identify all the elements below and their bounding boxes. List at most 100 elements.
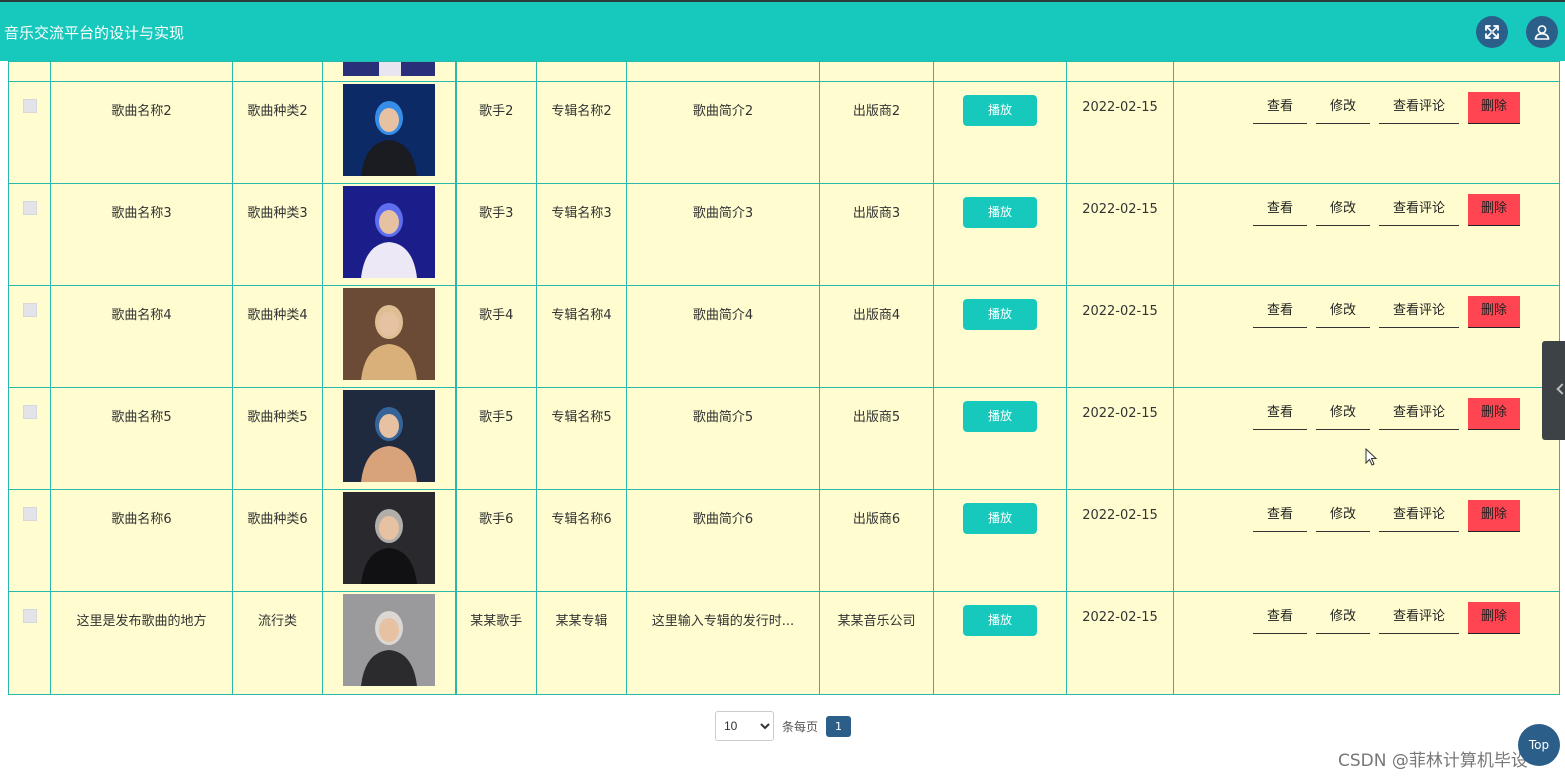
publisher: 出版商3	[819, 183, 934, 286]
song-category: 歌曲种类5	[232, 387, 323, 490]
view-button[interactable]: 查看	[1252, 602, 1307, 634]
edit-button[interactable]: 修改	[1315, 398, 1370, 430]
back-to-top-button[interactable]: Top	[1518, 724, 1560, 766]
row-checkbox[interactable]	[22, 201, 37, 215]
release-date: 2022-02-15	[1066, 285, 1174, 388]
edit-button[interactable]: 修改	[1315, 296, 1370, 328]
view-button[interactable]: 查看	[1252, 296, 1307, 328]
song-cover-image	[342, 288, 435, 380]
release-date: 2022-02-15	[1066, 387, 1174, 490]
delete-button[interactable]: 删除	[1468, 500, 1521, 532]
table-row-partial	[8, 61, 1560, 82]
view-button[interactable]: 查看	[1252, 500, 1307, 532]
row-actions: 查看 修改 查看评论 删除	[1214, 194, 1559, 226]
play-button[interactable]: 播放	[963, 401, 1037, 432]
pagination: 10 条每页 1	[715, 711, 852, 741]
table-row: 歌曲名称6 歌曲种类6 歌手6 专辑名称6 歌曲简介6 出版商6 播放 2022…	[8, 489, 1560, 592]
publisher: 出版商6	[819, 489, 934, 592]
top-bar: 音乐交流平台的设计与实现	[0, 0, 1565, 61]
singer: 歌手5	[455, 387, 537, 490]
delete-button[interactable]: 删除	[1468, 194, 1521, 226]
album-name: 专辑名称5	[536, 387, 627, 490]
album-name: 专辑名称4	[536, 285, 627, 388]
song-name: 歌曲名称5	[50, 387, 233, 490]
song-intro: 这里输入专辑的发行时...	[626, 591, 820, 695]
song-name: 歌曲名称4	[50, 285, 233, 388]
fullscreen-button[interactable]	[1476, 16, 1508, 48]
row-actions: 查看 修改 查看评论 删除	[1214, 398, 1559, 430]
song-category: 流行类	[232, 591, 323, 695]
song-intro: 歌曲简介3	[626, 183, 820, 286]
view-comments-button[interactable]: 查看评论	[1379, 398, 1460, 430]
edit-button[interactable]: 修改	[1315, 92, 1370, 124]
delete-button[interactable]: 删除	[1468, 602, 1521, 634]
row-actions: 查看 修改 查看评论 删除	[1214, 92, 1559, 124]
table-row: 歌曲名称4 歌曲种类4 歌手4 专辑名称4 歌曲简介4 出版商4 播放 2022…	[8, 285, 1560, 388]
view-button[interactable]: 查看	[1252, 398, 1307, 430]
delete-button[interactable]: 删除	[1468, 398, 1521, 430]
row-checkbox[interactable]	[22, 507, 37, 521]
delete-button[interactable]: 删除	[1468, 92, 1521, 124]
view-comments-button[interactable]: 查看评论	[1379, 500, 1460, 532]
singer: 某某歌手	[455, 591, 537, 695]
play-button[interactable]: 播放	[963, 95, 1037, 126]
user-icon	[1534, 25, 1550, 40]
table-row: 歌曲名称5 歌曲种类5 歌手5 专辑名称5 歌曲简介5 出版商5 播放 2022…	[8, 387, 1560, 490]
view-comments-button[interactable]: 查看评论	[1379, 296, 1460, 328]
publisher: 某某音乐公司	[819, 591, 934, 695]
side-panel-toggle[interactable]	[1542, 341, 1565, 440]
song-name: 歌曲名称2	[50, 81, 233, 184]
view-button[interactable]: 查看	[1252, 92, 1307, 124]
song-category: 歌曲种类2	[232, 81, 323, 184]
row-checkbox[interactable]	[22, 303, 37, 317]
song-intro: 歌曲简介5	[626, 387, 820, 490]
chevron-left-icon	[1556, 383, 1565, 395]
song-name: 这里是发布歌曲的地方	[50, 591, 233, 695]
view-comments-button[interactable]: 查看评论	[1379, 602, 1460, 634]
publisher: 出版商2	[819, 81, 934, 184]
song-intro: 歌曲简介2	[626, 81, 820, 184]
song-cover-image	[342, 186, 435, 278]
song-cover-image	[342, 84, 435, 176]
play-button[interactable]: 播放	[963, 197, 1037, 228]
play-button[interactable]: 播放	[963, 503, 1037, 534]
delete-button[interactable]: 删除	[1468, 296, 1521, 328]
table-row: 歌曲名称2 歌曲种类2 歌手2 专辑名称2 歌曲简介2 出版商2 播放 2022…	[8, 81, 1560, 184]
album-name: 专辑名称2	[536, 81, 627, 184]
view-comments-button[interactable]: 查看评论	[1379, 194, 1460, 226]
singer: 歌手4	[455, 285, 537, 388]
song-category: 歌曲种类4	[232, 285, 323, 388]
row-checkbox[interactable]	[22, 609, 37, 623]
play-button[interactable]: 播放	[963, 299, 1037, 330]
song-cover-image	[342, 492, 435, 584]
edit-button[interactable]: 修改	[1315, 500, 1370, 532]
page-number-button[interactable]: 1	[826, 715, 852, 737]
song-cover-image	[342, 390, 435, 482]
play-button[interactable]: 播放	[963, 605, 1037, 636]
release-date: 2022-02-15	[1066, 81, 1174, 184]
songs-table: 歌曲名称2 歌曲种类2 歌手2 专辑名称2 歌曲简介2 出版商2 播放 2022…	[8, 61, 1560, 695]
row-checkbox[interactable]	[22, 405, 37, 419]
row-checkbox[interactable]	[22, 99, 37, 113]
edit-button[interactable]: 修改	[1315, 602, 1370, 634]
app-title: 音乐交流平台的设计与实现	[4, 24, 185, 42]
view-comments-button[interactable]: 查看评论	[1379, 92, 1460, 124]
singer: 歌手6	[455, 489, 537, 592]
view-button[interactable]: 查看	[1252, 194, 1307, 226]
user-button[interactable]	[1526, 16, 1558, 48]
watermark: CSDN @菲林计算机毕设	[1338, 751, 1528, 771]
page-size-select[interactable]: 10	[715, 711, 774, 741]
song-name: 歌曲名称3	[50, 183, 233, 286]
table-row: 这里是发布歌曲的地方 流行类 某某歌手 某某专辑 这里输入专辑的发行时... 某…	[8, 591, 1560, 695]
song-cover-image	[342, 594, 435, 686]
song-intro: 歌曲简介6	[626, 489, 820, 592]
song-cover-partial	[342, 62, 435, 76]
per-page-label: 条每页	[782, 719, 819, 734]
release-date: 2022-02-15	[1066, 183, 1174, 286]
row-actions: 查看 修改 查看评论 删除	[1214, 602, 1559, 634]
row-actions: 查看 修改 查看评论 删除	[1214, 500, 1559, 532]
mouse-cursor-icon	[1365, 448, 1378, 466]
release-date: 2022-02-15	[1066, 591, 1174, 695]
song-intro: 歌曲简介4	[626, 285, 820, 388]
edit-button[interactable]: 修改	[1315, 194, 1370, 226]
